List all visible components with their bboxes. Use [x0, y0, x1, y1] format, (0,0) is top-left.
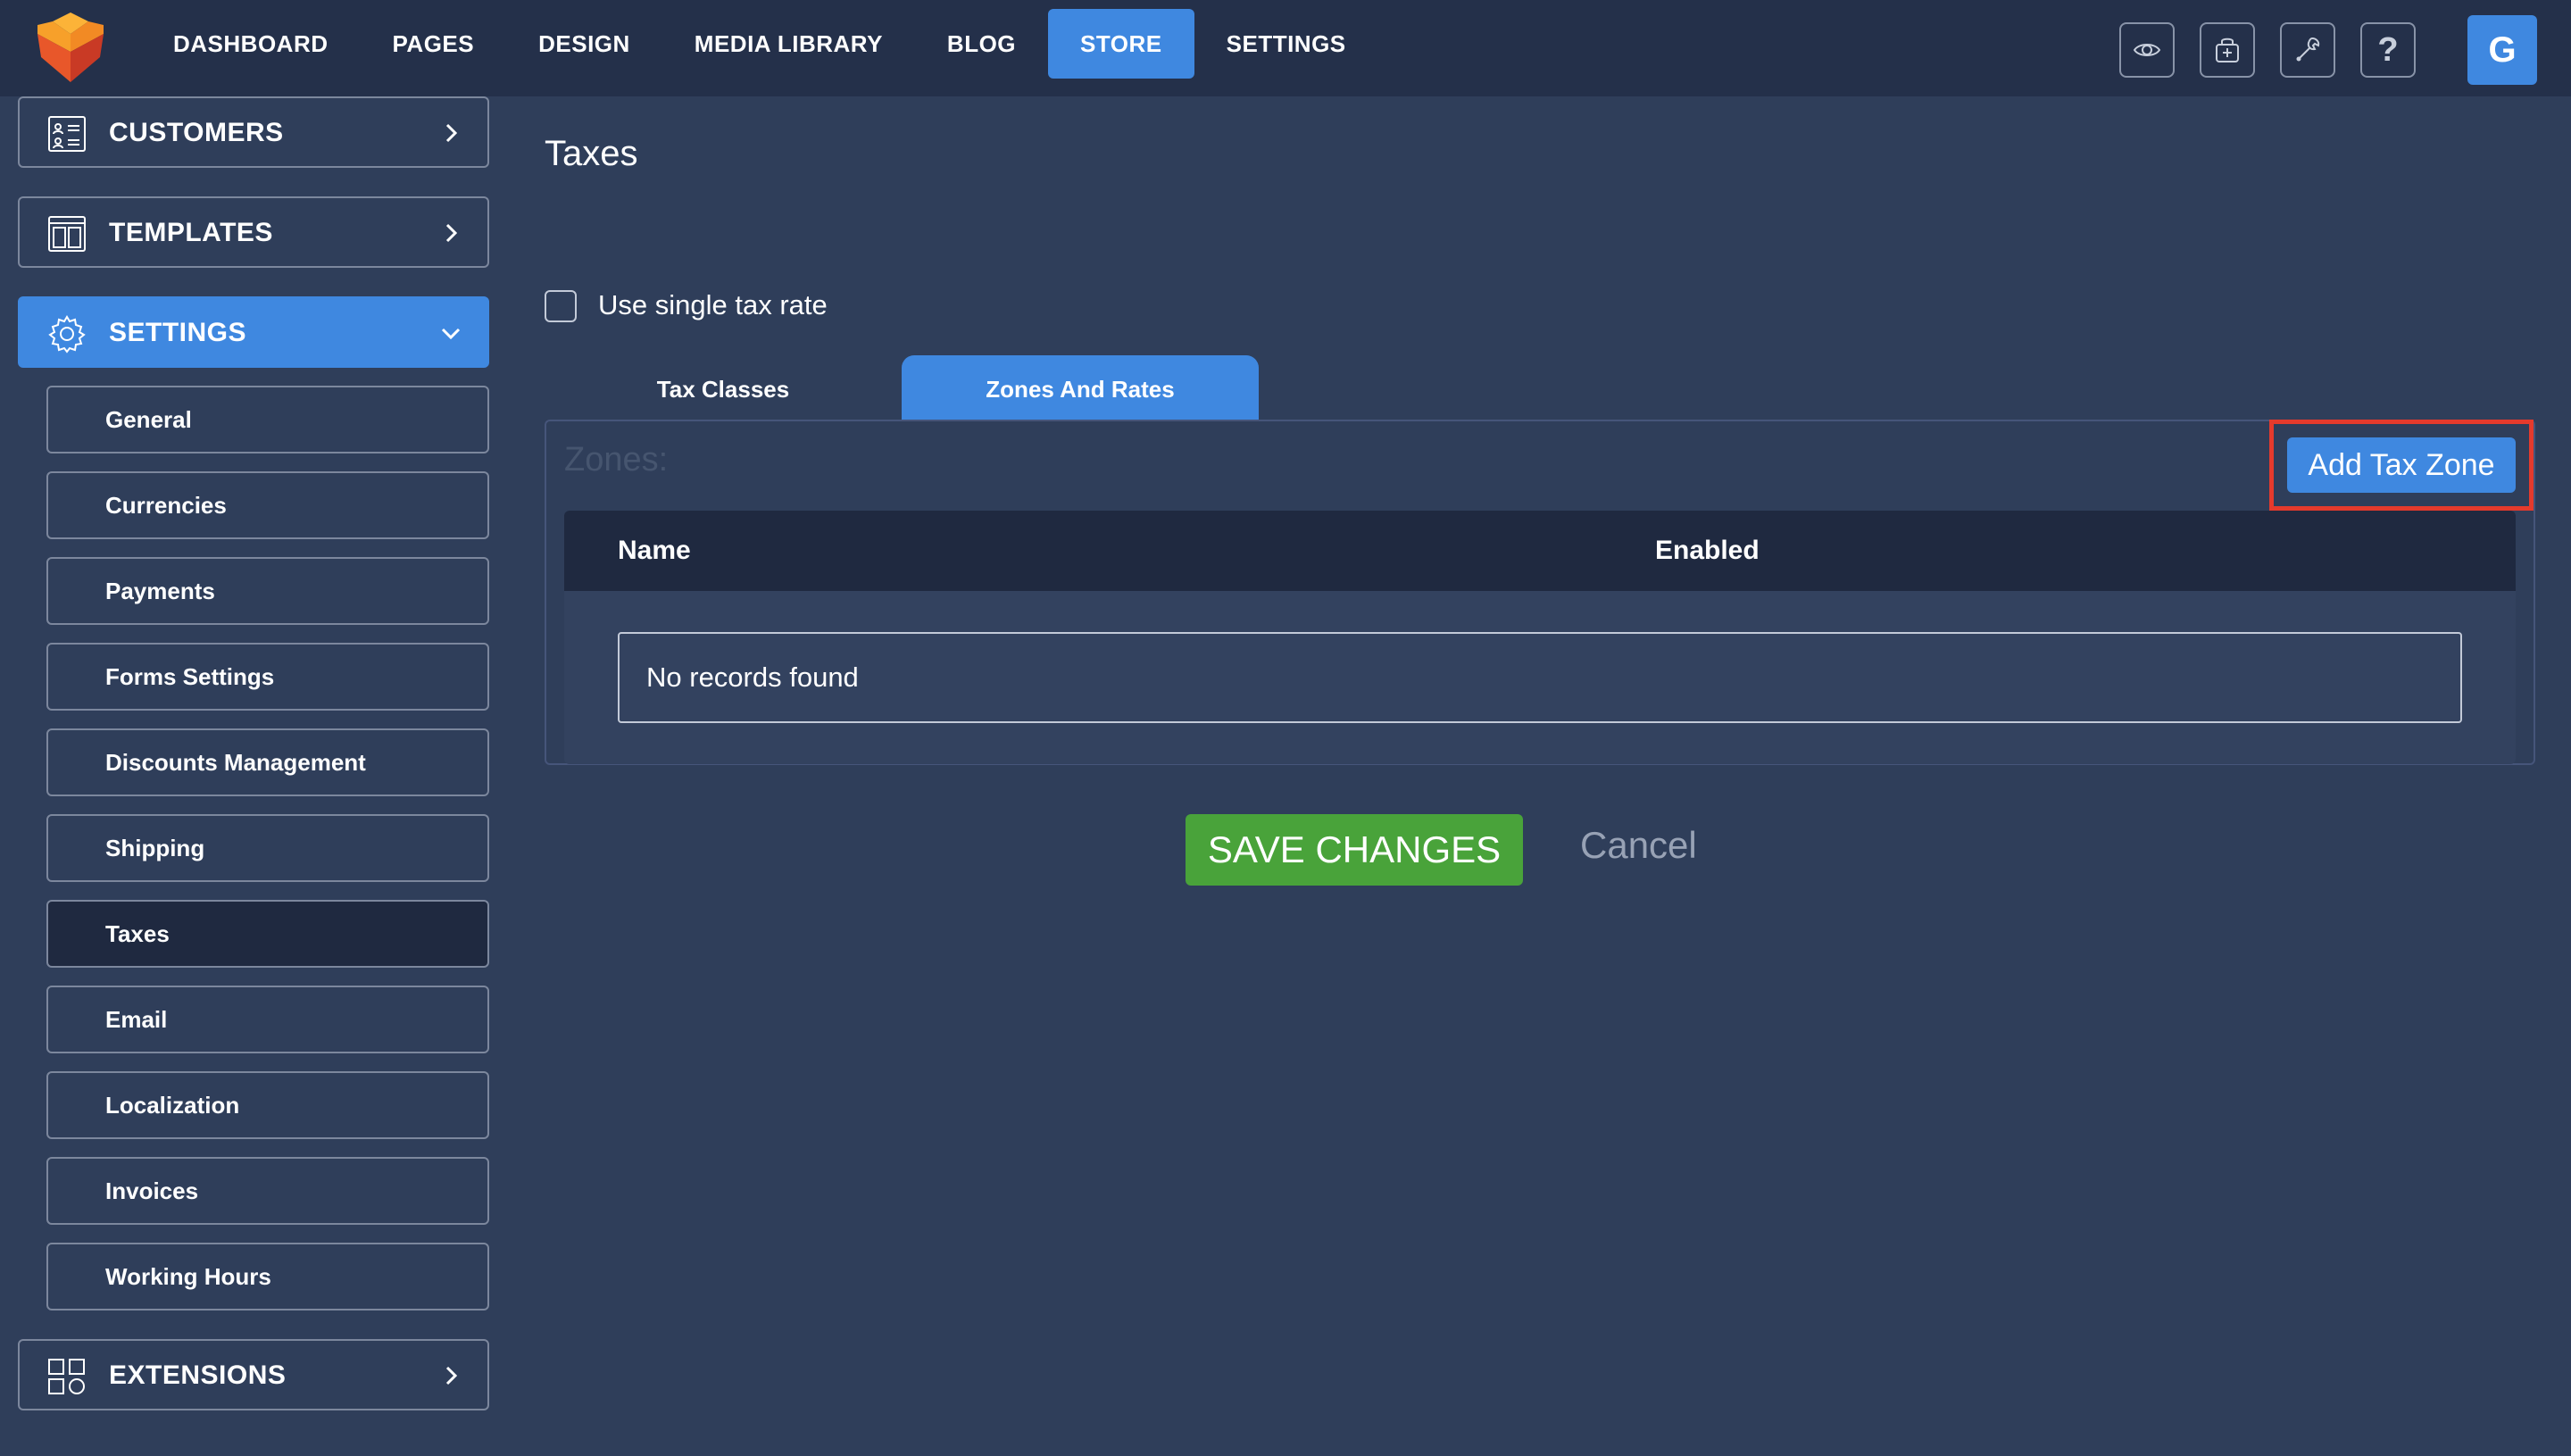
- nav-dashboard[interactable]: DASHBOARD: [152, 9, 361, 79]
- tab-zones-and-rates[interactable]: Zones And Rates: [902, 355, 1259, 420]
- tools-button[interactable]: [2280, 22, 2335, 78]
- sidebar-item-general[interactable]: General: [46, 386, 489, 453]
- help-icon: ?: [2377, 30, 2399, 69]
- sidebar-group-customers[interactable]: CUSTOMERS: [18, 96, 489, 168]
- sidebar-group-label: TEMPLATES: [109, 218, 273, 247]
- nav-settings[interactable]: SETTINGS: [1194, 9, 1378, 79]
- tab-tax-classes[interactable]: Tax Classes: [545, 355, 902, 420]
- sidebar-item-taxes[interactable]: Taxes: [46, 900, 489, 968]
- avatar[interactable]: G: [2467, 15, 2537, 85]
- column-header-name[interactable]: Name: [618, 536, 691, 566]
- main-nav: DASHBOARD PAGES DESIGN MEDIA LIBRARY BLO…: [152, 9, 1378, 79]
- page-title: Taxes: [545, 134, 638, 173]
- gear-icon: [48, 315, 86, 354]
- nav-blog[interactable]: BLOG: [915, 9, 1048, 79]
- sidebar-group-templates[interactable]: TEMPLATES: [18, 196, 489, 268]
- chevron-right-icon: [445, 223, 458, 243]
- sidebar-group-label: CUSTOMERS: [109, 118, 284, 147]
- eye-icon: [2133, 44, 2161, 56]
- table-header: Name Enabled: [564, 511, 2516, 591]
- wrench-icon: [2296, 37, 2320, 62]
- save-changes-button[interactable]: SAVE CHANGES: [1186, 814, 1523, 886]
- nav-store[interactable]: STORE: [1048, 9, 1194, 79]
- preview-button[interactable]: [2119, 22, 2175, 78]
- empty-state-message: No records found: [618, 632, 2462, 723]
- sidebar-item-email[interactable]: Email: [46, 986, 489, 1053]
- sidebar-item-localization[interactable]: Localization: [46, 1071, 489, 1139]
- zones-table: Name Enabled No records found: [564, 511, 2516, 764]
- help-button[interactable]: ?: [2360, 22, 2416, 78]
- top-bar: DASHBOARD PAGES DESIGN MEDIA LIBRARY BLO…: [0, 0, 2571, 96]
- sidebar-item-discounts-management[interactable]: Discounts Management: [46, 728, 489, 796]
- chevron-right-icon: [445, 1366, 458, 1385]
- sidebar-item-payments[interactable]: Payments: [46, 557, 489, 625]
- sidebar-group-label: SETTINGS: [109, 318, 247, 347]
- shop-icon: [2216, 37, 2239, 62]
- app-logo-icon[interactable]: [32, 7, 109, 84]
- extensions-icon: [48, 1359, 85, 1394]
- nav-media-library[interactable]: MEDIA LIBRARY: [662, 9, 915, 79]
- sidebar-item-forms-settings[interactable]: Forms Settings: [46, 643, 489, 711]
- sidebar-group-settings[interactable]: SETTINGS: [18, 296, 489, 368]
- templates-icon: [48, 216, 86, 252]
- column-header-enabled[interactable]: Enabled: [1655, 536, 1760, 566]
- sidebar-item-invoices[interactable]: Invoices: [46, 1157, 489, 1225]
- cancel-button[interactable]: Cancel: [1580, 824, 1697, 867]
- sidebar-group-extensions[interactable]: EXTENSIONS: [18, 1339, 489, 1410]
- chevron-down-icon: [441, 328, 461, 340]
- sidebar-item-working-hours[interactable]: Working Hours: [46, 1243, 489, 1310]
- single-tax-rate-checkbox[interactable]: [545, 290, 577, 322]
- sidebar-group-label: EXTENSIONS: [109, 1360, 287, 1390]
- customers-icon: [48, 116, 86, 152]
- sidebar-item-currencies[interactable]: Currencies: [46, 471, 489, 539]
- sidebar-item-shipping[interactable]: Shipping: [46, 814, 489, 882]
- shop-button[interactable]: [2200, 22, 2255, 78]
- nav-design[interactable]: DESIGN: [506, 9, 662, 79]
- toolbar: ? G: [2119, 15, 2537, 85]
- nav-pages[interactable]: PAGES: [361, 9, 507, 79]
- add-tax-zone-button[interactable]: Add Tax Zone: [2287, 437, 2516, 493]
- chevron-right-icon: [445, 123, 458, 143]
- single-tax-rate-label[interactable]: Use single tax rate: [598, 289, 828, 321]
- zones-label: Zones:: [564, 441, 669, 478]
